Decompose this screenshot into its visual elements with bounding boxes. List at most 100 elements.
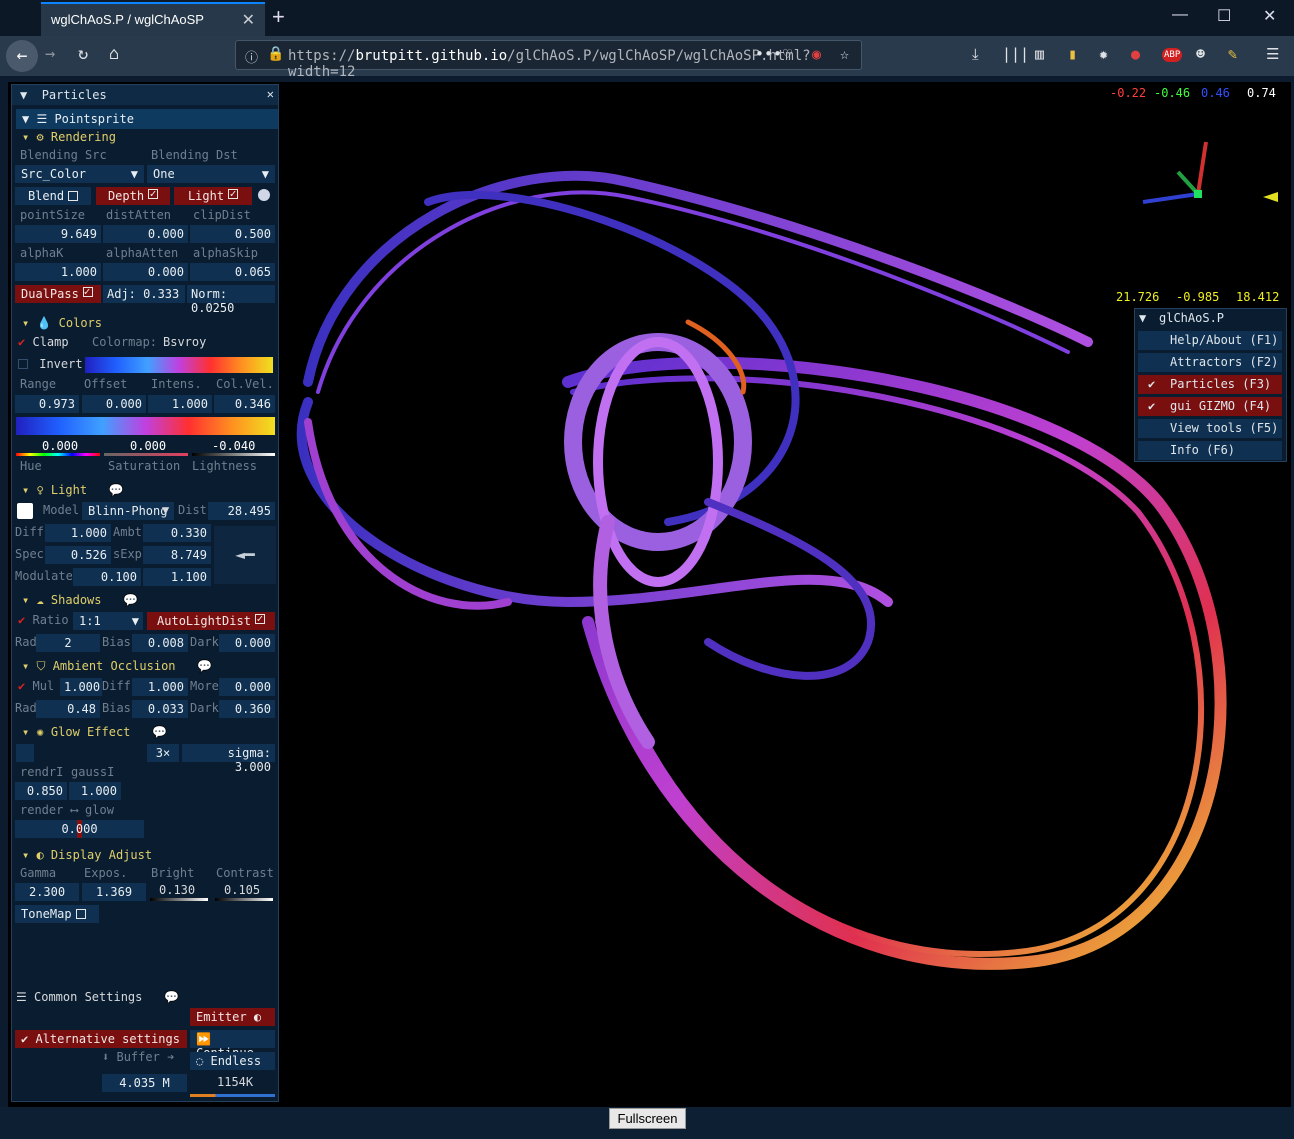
info-icon[interactable]: ⓘ [245,47,258,66]
ao-mul-field[interactable]: 1.000 [60,678,102,696]
light-color-swatch[interactable] [17,503,33,519]
continue-button[interactable]: ⏩ Continue [190,1030,275,1060]
light-color-dot[interactable] [258,189,270,201]
ao-bias-field[interactable]: 0.033 [132,700,188,718]
hue-slider[interactable] [16,453,100,456]
ao-more-field[interactable]: 0.000 [219,678,275,696]
library-icon[interactable]: ||| [1002,45,1029,63]
emitter-toggle[interactable]: Emitter ◐ [190,1008,275,1026]
blend-src-select[interactable]: Src_Color ▼ [15,165,144,183]
menu-icon[interactable]: ☰ [1266,45,1279,63]
alphaskip-field[interactable]: 0.065 [190,263,275,281]
dualpass-toggle[interactable]: DualPass [15,285,101,303]
menu-help[interactable]: Help/About (F1) [1138,331,1282,350]
sexp-field[interactable]: 8.749 [143,546,211,564]
blend-toggle[interactable]: Blend [15,187,91,205]
sigma-field[interactable]: sigma: 3.000 [182,744,275,774]
ratio-select[interactable]: 1:1 ▼ [73,612,143,630]
alphaatten-field[interactable]: 0.000 [103,263,188,281]
light-toggle[interactable]: Light [174,187,252,205]
tooltip-icon[interactable]: 💬 [123,593,138,607]
common-settings-header[interactable]: ☰ Common Settings 💬 [16,990,179,1008]
pointsprite-header[interactable]: ▼ ☰ Pointsprite [16,109,278,129]
extension2-icon[interactable]: ▮ [1068,45,1077,63]
back-icon[interactable]: ← [6,40,38,72]
gear-icon[interactable]: ✹ [1099,45,1108,63]
menu-particles[interactable]: ✔ Particles (F3) [1138,375,1282,394]
gaussi-field[interactable]: 1.000 [69,782,121,800]
sh-rad-field[interactable]: 2 [36,634,100,652]
tonemap-toggle[interactable]: ToneMap [15,905,99,923]
intens-field[interactable]: 1.000 [148,395,212,413]
extension-icon[interactable]: ◉ [812,45,821,63]
ao-header[interactable]: ▾ ⛉ Ambient Occlusion 💬 [16,656,276,676]
browser-tab[interactable]: wglChAoS.P / wglChAoSP ✕ [41,2,265,36]
spec-field[interactable]: 0.526 [45,546,111,564]
bookmark-star-icon[interactable]: ☆ [840,45,849,63]
expos-field[interactable]: 1.369 [82,883,146,901]
model-select[interactable]: Blinn-Phong [82,502,174,520]
fullscreen-button[interactable]: Fullscreen [609,1108,686,1129]
close-tab-icon[interactable]: ✕ [242,10,255,30]
adblock-icon[interactable]: ABP [1162,48,1183,62]
dist-field[interactable]: 28.495 [208,502,275,520]
colvel-field[interactable]: 0.346 [214,395,275,413]
display-header[interactable]: ▾ ◐ Display Adjust [16,845,276,865]
rendri-field[interactable]: 0.850 [15,782,67,800]
pointsize-field[interactable]: 9.649 [15,225,101,243]
menu-info[interactable]: Info (F6) [1138,441,1282,460]
range-field[interactable]: 0.973 [15,395,79,413]
ao-diff-field[interactable]: 1.000 [132,678,188,696]
colormap-preview[interactable] [85,357,273,373]
glow-enable-checkbox[interactable] [16,744,34,762]
maximize-icon[interactable]: ☐ [1217,6,1231,26]
light-header[interactable]: ▾ ♀ Light 💬 [16,480,276,500]
glow-header[interactable]: ▾ ✺ Glow Effect 💬 [16,722,276,742]
endless-button[interactable]: ◌ Endless [190,1052,275,1070]
clipdist-field[interactable]: 0.500 [190,225,275,243]
menu-collapse-icon[interactable]: ▼ [1139,311,1146,325]
ao-dark-field[interactable]: 0.360 [219,700,275,718]
depth-toggle[interactable]: Depth [96,187,170,205]
colors-header[interactable]: ▾ 💧 Colors [16,313,276,333]
menu-viewtools[interactable]: View tools (F5) [1138,419,1282,438]
glow-mult-field[interactable]: 3× [147,744,179,762]
alternative-settings-toggle[interactable]: ✔ Alternative settings [15,1030,187,1048]
minimize-icon[interactable]: — [1172,6,1188,24]
norm-field[interactable]: Norm: 0.0250 [187,285,275,315]
light-direction-gizmo[interactable]: ◄━ [214,526,276,584]
tooltip-icon[interactable]: 💬 [197,659,212,673]
gamma-field[interactable]: 2.300 [15,883,79,901]
shadows-enable[interactable]: ✔ Ratio [18,613,69,631]
lightness-slider[interactable] [192,453,275,456]
home-icon[interactable]: ⌂ [109,44,119,64]
collapse-icon[interactable]: ▼ [20,88,27,102]
tooltip-icon[interactable]: 💬 [152,725,167,739]
ambt-field[interactable]: 0.330 [143,524,211,542]
offset-field[interactable]: 0.000 [82,395,146,413]
saturation-slider[interactable] [104,453,188,456]
download-icon[interactable]: ⤓ [972,45,979,63]
chevron-down-icon[interactable]: ▼ [162,503,169,521]
alphak-field[interactable]: 1.000 [15,263,101,281]
rendering-header[interactable]: ▾ ⚙ Rendering [16,127,276,147]
account-icon[interactable]: ☻ [1196,45,1205,63]
sh-bias-field[interactable]: 0.008 [132,634,188,652]
reload-icon[interactable]: ↻ [78,44,88,64]
distatten-field[interactable]: 0.000 [103,225,188,243]
panel-titlebar[interactable]: ▼ Particles ✕ [12,85,278,105]
more-icon[interactable]: ••• [755,45,782,63]
clamp-toggle[interactable]: ✔ Clamp [18,335,69,353]
forward-icon[interactable]: → [45,44,55,64]
tooltip-icon[interactable]: 💬 [109,483,124,497]
close-panel-icon[interactable]: ✕ [267,87,274,101]
buffer-field[interactable]: 4.035 M [102,1074,187,1092]
ao-rad-field[interactable]: 0.48 [36,700,100,718]
ao-enable[interactable]: ✔ Mul [18,679,54,697]
menu-gizmo[interactable]: ✔ gui GIZMO (F4) [1138,397,1282,416]
autolightdist-toggle[interactable]: AutoLightDist [147,612,275,630]
shadows-header[interactable]: ▾ ☁ Shadows 💬 [16,590,276,610]
mix-slider[interactable]: 0.000 [15,820,144,838]
blend-dst-select[interactable]: One ▼ [147,165,275,183]
adj-field[interactable]: Adj: 0.333 [103,285,185,303]
